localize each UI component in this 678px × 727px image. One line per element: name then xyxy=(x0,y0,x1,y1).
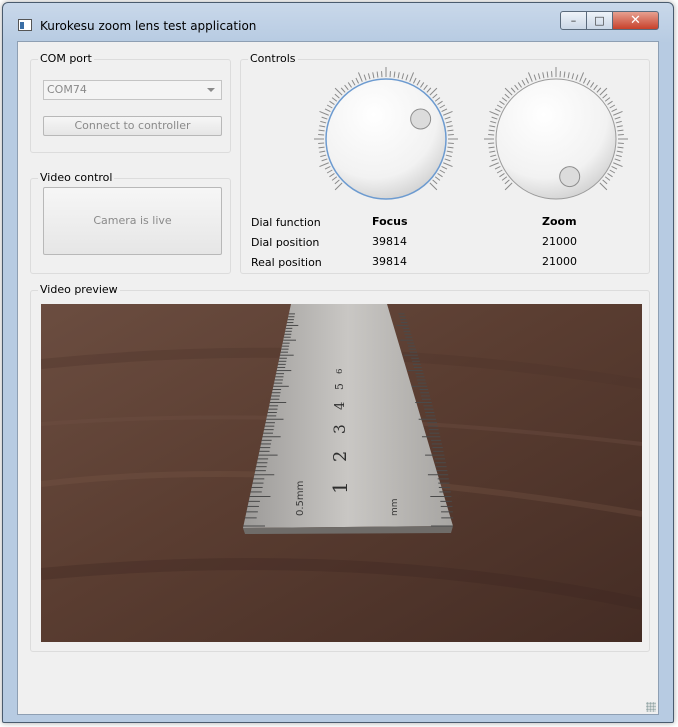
focus-dial-knob[interactable] xyxy=(410,108,432,130)
video-control-group-label: Video control xyxy=(38,171,115,184)
ruler-marking-left: 0.5mm xyxy=(295,481,306,516)
app-icon xyxy=(18,19,32,31)
minimize-button[interactable]: – xyxy=(560,11,587,30)
ruler-marking-right: mm xyxy=(390,498,400,516)
zoom-real-position: 21000 xyxy=(542,255,577,268)
ruler-number: 1 xyxy=(328,481,352,494)
focus-function-label: Focus xyxy=(372,215,408,228)
focus-dial-face xyxy=(325,78,447,200)
resize-grip[interactable] xyxy=(646,702,656,712)
ruler-number: 5 xyxy=(333,383,346,390)
focus-dial-graphic xyxy=(314,67,458,200)
com-port-group-label: COM port xyxy=(38,52,94,65)
controls-group-label: Controls xyxy=(248,52,298,65)
window-title: Kurokesu zoom lens test application xyxy=(40,19,257,33)
ruler-number: 3 xyxy=(331,424,349,434)
close-button[interactable]: ✕ xyxy=(612,11,659,30)
ruler-number: 6 xyxy=(335,369,345,374)
dial-function-label: Dial function xyxy=(251,216,321,229)
focus-dial-position: 39814 xyxy=(372,235,407,248)
zoom-dial-graphic xyxy=(484,67,628,200)
main-window: Kurokesu zoom lens test application – □ … xyxy=(2,2,674,723)
zoom-dial[interactable] xyxy=(481,64,631,214)
focus-dial[interactable] xyxy=(311,64,461,214)
video-preview-group-label: Video preview xyxy=(38,283,120,296)
dial-position-label: Dial position xyxy=(251,236,320,249)
title-bar[interactable]: Kurokesu zoom lens test application – □ … xyxy=(3,3,673,39)
camera-image: 1 2 3 4 5 6 0.5mm mm xyxy=(41,304,642,642)
ruler-number: 4 xyxy=(333,402,348,410)
zoom-dial-knob[interactable] xyxy=(559,166,581,188)
ruler-number: 2 xyxy=(331,451,351,462)
video-preview-frame: 1 2 3 4 5 6 0.5mm mm xyxy=(41,304,642,642)
com-port-group: COM port COM74 Connect to controller xyxy=(30,52,231,153)
chevron-down-icon xyxy=(207,88,215,92)
maximize-button[interactable]: □ xyxy=(586,11,613,30)
focus-real-position: 39814 xyxy=(372,255,407,268)
real-position-label: Real position xyxy=(251,256,322,269)
client-area: COM port COM74 Connect to controller Vid… xyxy=(17,41,659,715)
connect-button[interactable]: Connect to controller xyxy=(43,116,222,136)
video-control-group: Video control Camera is live xyxy=(30,171,231,274)
zoom-function-label: Zoom xyxy=(542,215,577,228)
zoom-dial-position: 21000 xyxy=(542,235,577,248)
com-port-value: COM74 xyxy=(47,83,87,96)
controls-group: Controls Dial function Dial position Rea… xyxy=(240,52,650,274)
zoom-dial-face xyxy=(495,78,617,200)
camera-live-button[interactable]: Camera is live xyxy=(43,187,222,255)
com-port-select[interactable]: COM74 xyxy=(43,80,222,100)
